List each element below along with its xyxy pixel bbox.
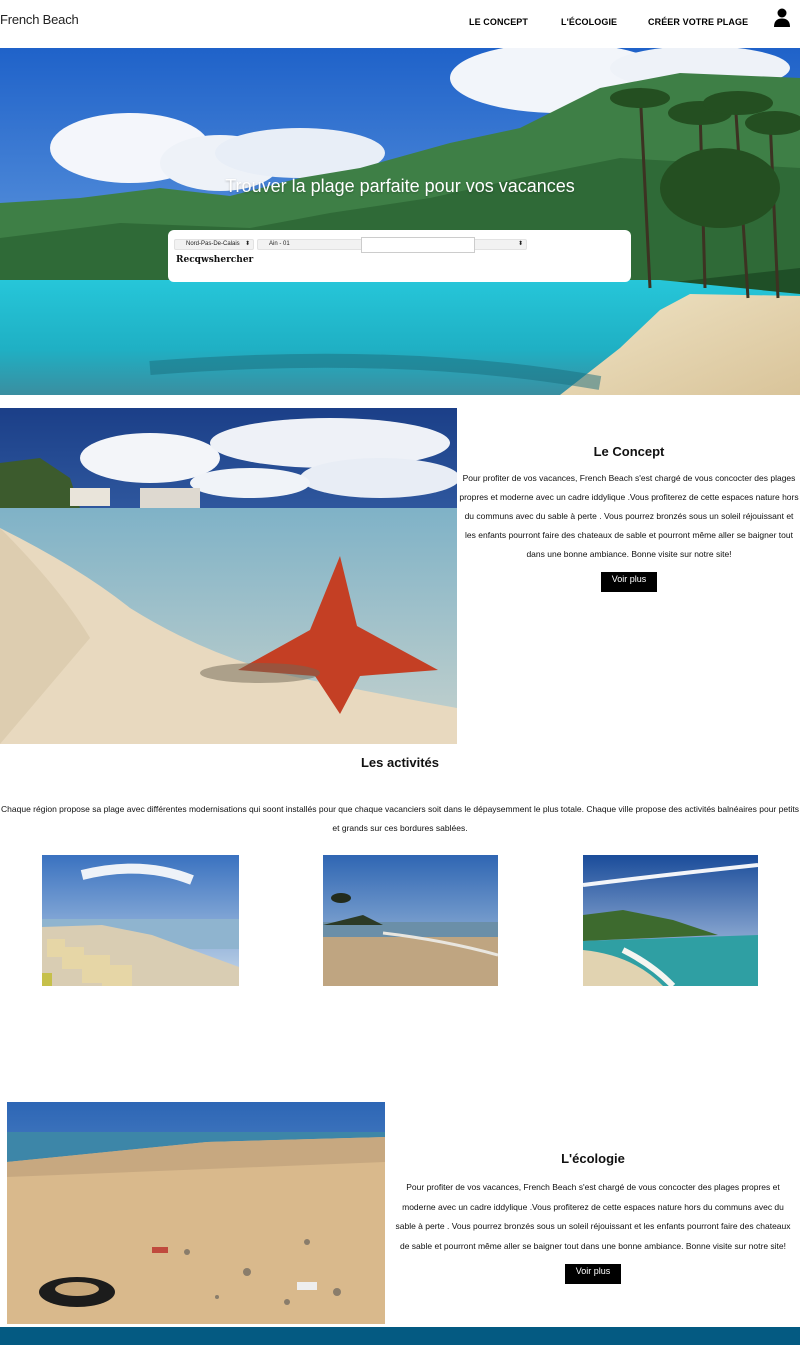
ecology-title: L'écologie bbox=[561, 1151, 625, 1166]
activities-text: Chaque région propose sa plage avec diff… bbox=[1, 804, 799, 833]
hero-beach-image bbox=[0, 48, 800, 395]
hero-title: Trouver la plage parfaite pour vos vacan… bbox=[225, 176, 575, 196]
activity-image-cove bbox=[583, 855, 758, 986]
search-input[interactable] bbox=[361, 237, 475, 253]
concept-see-more-button[interactable]: Voir plus bbox=[601, 572, 657, 592]
concept-text: Pour profiter de vos vacances, French Be… bbox=[459, 473, 799, 559]
ecology-text: Pour profiter de vos vacances, French Be… bbox=[395, 1182, 791, 1251]
nav-link-ecologie[interactable]: L'ÉCOLOGIE bbox=[561, 17, 617, 27]
concept-section: Le Concept Pour profiter de vos vacances… bbox=[458, 444, 800, 592]
footer-bar bbox=[0, 1327, 800, 1345]
user-icon[interactable] bbox=[773, 8, 791, 28]
region-select-value: Nord-Pas-De-Calais bbox=[186, 241, 240, 247]
brand-logo[interactable]: French Beach bbox=[0, 12, 79, 27]
search-panel: Nord-Pas-De-Calais ⬍ Ain - 01 ⬍ Recqwshe… bbox=[168, 230, 631, 282]
activities-title: Les activités bbox=[360, 755, 440, 770]
hero-banner: Trouver la plage parfaite pour vos vacan… bbox=[0, 48, 800, 395]
nav-link-create-beach[interactable]: CRÉER VOTRE PLAGE bbox=[648, 17, 748, 27]
select-arrow-icon: ⬍ bbox=[244, 241, 250, 247]
search-button[interactable]: Recqwshercher bbox=[176, 255, 253, 265]
site-header: French Beach LE CONCEPT L'ÉCOLOGIE CRÉER… bbox=[0, 0, 800, 48]
select-arrow-icon: ⬍ bbox=[517, 241, 523, 247]
ecology-section: L'écologie Pour profiter de vos vacances… bbox=[393, 1151, 793, 1284]
polluted-beach-image bbox=[7, 1102, 385, 1324]
department-select-value: Ain - 01 bbox=[269, 241, 290, 247]
activity-image-beach-huts bbox=[42, 855, 239, 986]
region-select[interactable]: Nord-Pas-De-Calais ⬍ bbox=[174, 239, 254, 250]
starfish-beach-image bbox=[0, 408, 457, 744]
concept-title: Le Concept bbox=[593, 444, 665, 459]
nav-link-concept[interactable]: LE CONCEPT bbox=[469, 17, 528, 27]
ecology-see-more-button[interactable]: Voir plus bbox=[565, 1264, 621, 1284]
activity-image-calm-beach bbox=[323, 855, 498, 986]
